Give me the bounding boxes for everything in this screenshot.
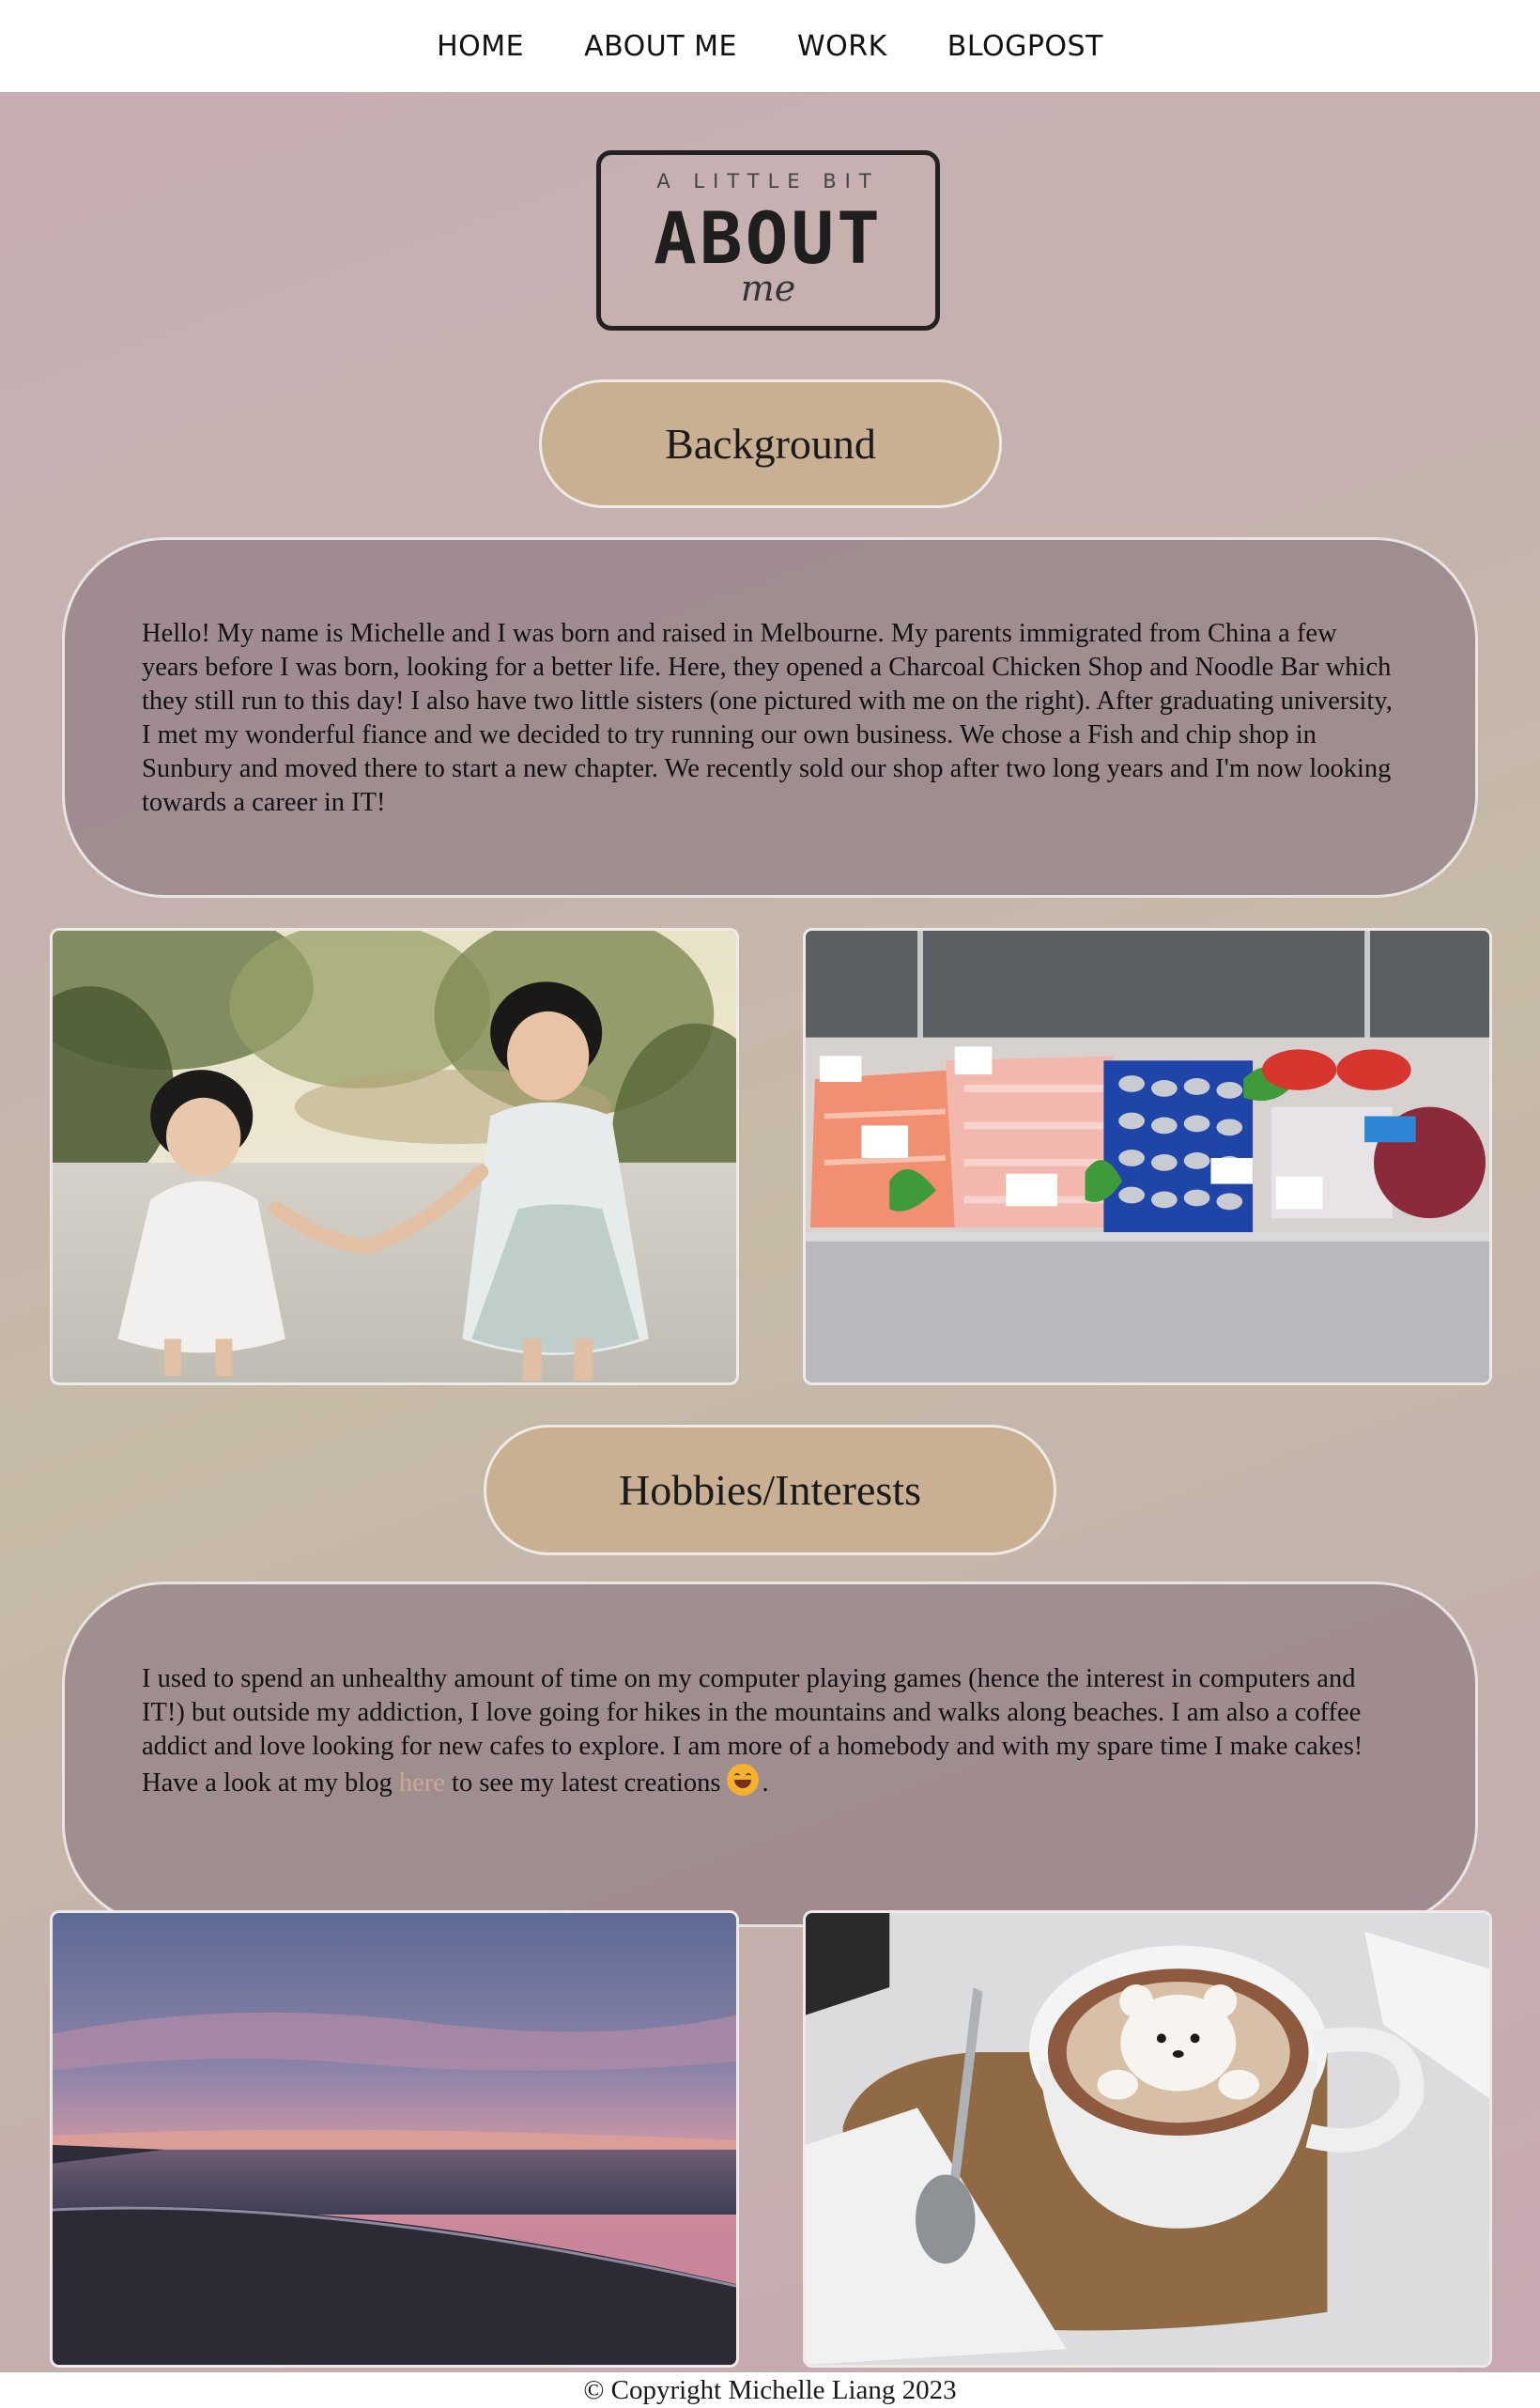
hobbies-panel: I used to spend an unhealthy amount of t… [62,1582,1478,1927]
background-text: Hello! My name is Michelle and I was bor… [142,619,1393,817]
footer-copyright: © Copyright Michelle Liang 2023 [0,2372,1540,2408]
hobbies-text-end: . [762,1768,769,1798]
logo-top-text: A LITTLE BIT [656,170,880,193]
top-navigation: HOME ABOUT ME WORK BLOGPOST [0,0,1540,92]
grinning-face-icon [726,1764,759,1796]
background-panel: Hello! My name is Michelle and I was bor… [62,537,1478,898]
fish-shop-photo [803,928,1492,1385]
main-content: A LITTLE BIT ABOUT me Background Hello! … [0,92,1540,2372]
nav-blogpost-link[interactable]: BLOGPOST [947,30,1103,63]
blog-here-link[interactable]: here [399,1768,445,1798]
beach-sunset-photo [50,1910,739,2368]
sisters-photo [50,928,739,1385]
nav-home-link[interactable]: HOME [437,30,524,63]
nav-work-link[interactable]: WORK [797,30,887,63]
hobbies-text-after: to see my latest creations [444,1768,721,1798]
hobbies-text: I used to spend an unhealthy amount of t… [142,1662,1398,1800]
background-heading: Background [539,379,1002,508]
bear-latte-photo [803,1910,1492,2368]
hobbies-heading: Hobbies/Interests [484,1425,1056,1555]
logo-sub-text: me [740,268,796,309]
nav-about-me-link[interactable]: ABOUT ME [584,30,737,63]
about-me-logo: A LITTLE BIT ABOUT me [596,150,940,331]
